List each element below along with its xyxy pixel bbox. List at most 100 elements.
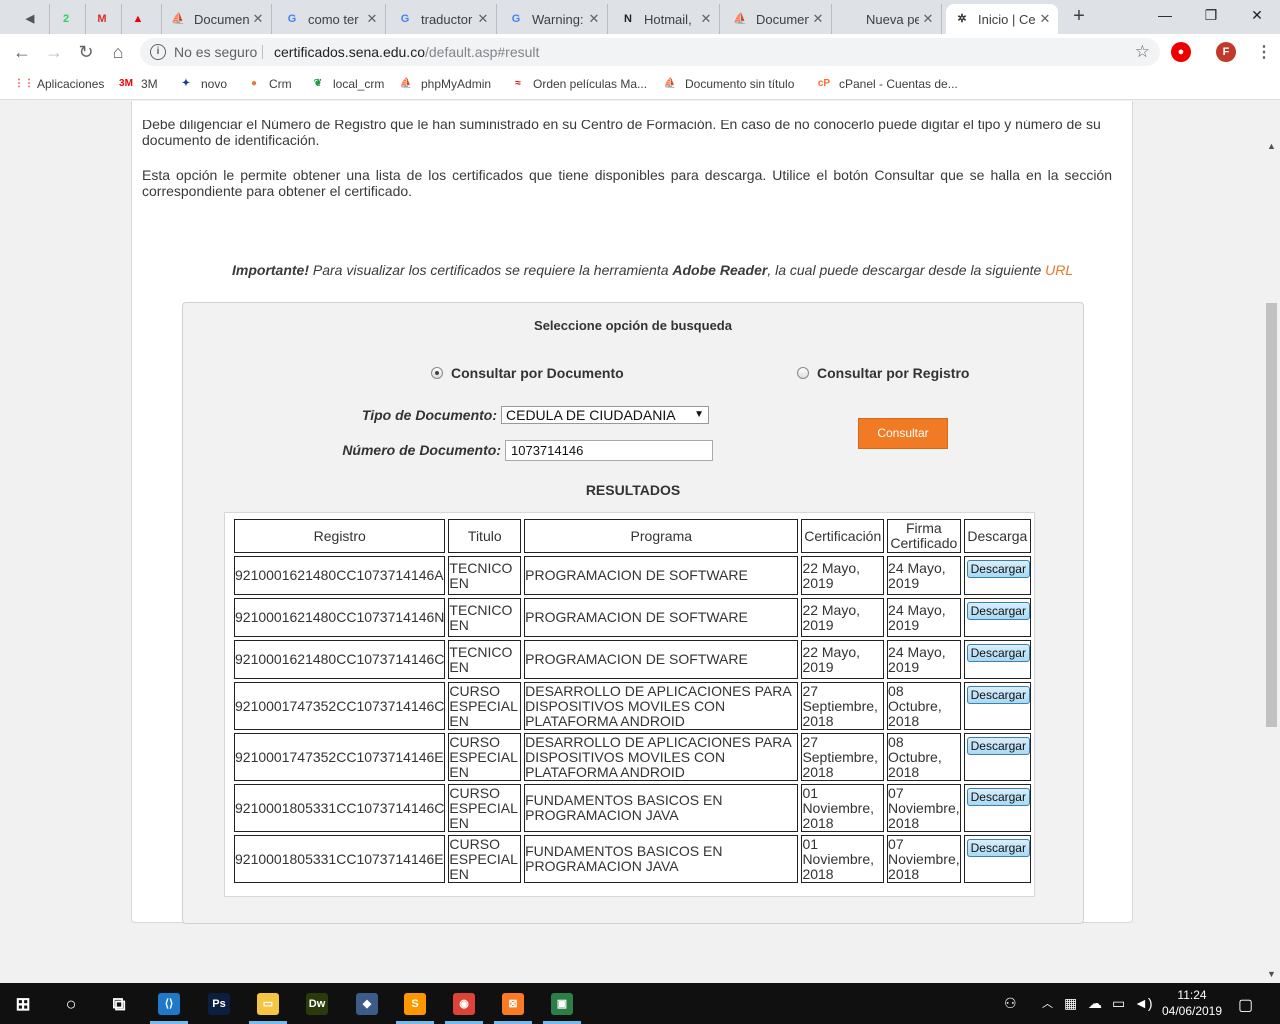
close-tab-icon[interactable]: ✕ [809, 11, 827, 27]
descargar-button[interactable]: Descargar [966, 560, 1030, 578]
people-icon[interactable]: ⚇ [1004, 995, 1017, 1012]
bookmark-item[interactable]: ⛵ Documento sin título [662, 76, 795, 92]
browser-tab[interactable]: M [86, 4, 122, 34]
close-tab-icon[interactable]: ✕ [474, 11, 492, 27]
bookmark-item[interactable]: ⋮⋮ Aplicaciones [14, 76, 104, 92]
divider [262, 45, 263, 59]
browser-tab[interactable]: ▲ [122, 4, 162, 34]
close-window-icon[interactable]: ✕ [1234, 0, 1280, 30]
file-explorer-icon[interactable]: ▭ [257, 993, 279, 1015]
tray-expand-icon[interactable]: ︿ [1042, 995, 1053, 1011]
close-tab-icon[interactable]: ✕ [1036, 11, 1054, 27]
browser-tab[interactable]: ◀ [14, 4, 50, 34]
home-icon[interactable]: ⌂ [106, 40, 130, 64]
close-tab-icon[interactable]: ✕ [919, 11, 937, 27]
minimize-icon[interactable]: — [1142, 0, 1188, 30]
descargar-button[interactable]: Descargar [966, 788, 1030, 806]
address-bar[interactable]: i No es seguro certificados.sena.edu.co/… [140, 38, 1160, 66]
numero-documento-input[interactable]: 1073714146 [505, 440, 713, 461]
table-row: 9210001621480CC1073714146A TECNICO EN PROG… [234, 556, 1031, 595]
content-panel: Debe diligenciar el Número de Registro q… [131, 101, 1133, 924]
new-tab-button[interactable]: + [1068, 6, 1090, 28]
reload-icon[interactable]: ↻ [74, 40, 98, 64]
browser-tab[interactable]: N Hotmail, ✕ [612, 4, 720, 34]
xampp-icon[interactable]: ⊠ [502, 993, 524, 1015]
onedrive-icon[interactable]: ☁ [1088, 995, 1102, 1012]
url-text[interactable]: certificados.sena.edu.co/default.asp#res… [274, 38, 539, 66]
descargar-button[interactable]: Descargar [966, 737, 1030, 755]
browser-tab[interactable]: Gtraductor ✕ [389, 4, 497, 34]
photoshop-icon[interactable]: Ps [208, 993, 230, 1015]
browser-tab[interactable]: 2 [50, 4, 86, 34]
consultar-button[interactable]: Consultar [858, 418, 948, 449]
close-tab-icon[interactable]: ✕ [363, 11, 381, 27]
mysql-workbench-icon[interactable]: ◆ [356, 993, 378, 1015]
maximize-icon[interactable]: ❐ [1188, 0, 1234, 30]
profile-avatar[interactable]: F [1216, 42, 1236, 62]
vscode-icon[interactable]: ⟨⟩ [158, 993, 180, 1015]
forward-arrow-icon[interactable]: → [42, 40, 66, 64]
cell-certificacion: 01 Noviembre, 2018 [801, 835, 885, 883]
browser-tab[interactable]: ⛵ Documen ✕ [162, 4, 272, 34]
vertical-scrollbar[interactable]: ▲ ▼ [1263, 101, 1280, 983]
descargar-button[interactable]: Descargar [966, 839, 1030, 857]
scroll-up-icon[interactable]: ▲ [1267, 141, 1276, 151]
bookmark-item[interactable]: cP cPanel - Cuentas de... [816, 76, 958, 92]
bookmark-item[interactable]: ⛵ phpMyAdmin [398, 76, 491, 92]
bookmark-item[interactable]: ✦ novo [178, 76, 227, 92]
sena-icon: ⛵ [663, 78, 677, 89]
sublime-text-icon[interactable]: S [404, 993, 426, 1015]
browser-tab[interactable]: ⛵ Documen ✕ [724, 4, 832, 34]
back-arrow-icon[interactable]: ← [10, 40, 34, 64]
option-documento[interactable]: Consultar por Documento [431, 365, 624, 381]
cell-programa: FUNDAMENTOS BASICOS EN PROGRAMACION JAVA [524, 784, 799, 832]
cell-firma: 07 Noviembre, 2018 [887, 835, 961, 883]
header-firma: Firma Certificado [887, 519, 961, 553]
radio-documento[interactable] [431, 367, 443, 379]
cortana-icon[interactable]: ○ [60, 993, 82, 1015]
bookmark-item[interactable]: ≈ Orden películas Ma... [510, 76, 647, 92]
cell-registro: 9210001805331CC1073714146E [234, 835, 446, 883]
adobe-reader-label: Adobe Reader [672, 262, 768, 278]
bookmark-item[interactable]: ● Crm [246, 76, 292, 92]
close-tab-icon[interactable]: ✕ [249, 11, 267, 27]
cell-certificacion: 27 Septiembre, 2018 [801, 733, 885, 781]
clock-date: 04/06/2019 [1161, 1004, 1223, 1018]
radio-registro[interactable] [797, 367, 809, 379]
bookmark-star-icon[interactable]: ☆ [1135, 38, 1150, 66]
search-box: Seleccione opción de busqueda Consultar … [182, 302, 1084, 924]
notifications-icon[interactable]: ▢ [1238, 995, 1253, 1015]
volume-icon[interactable]: ◄) [1134, 995, 1153, 1011]
adobe-url-link[interactable]: URL [1045, 262, 1073, 278]
browser-tab[interactable]: Gcomo ter ✕ [276, 4, 386, 34]
bookmark-item[interactable]: 3M 3M [118, 76, 158, 92]
dreamweaver-icon[interactable]: Dw [306, 993, 328, 1015]
cell-firma: 24 Mayo, 2019 [887, 556, 961, 595]
close-tab-icon[interactable]: ✕ [697, 11, 715, 27]
descargar-button[interactable]: Descargar [966, 644, 1030, 662]
browser-tab[interactable]: Nueva pestaña✕ [834, 4, 942, 34]
network-status-icon[interactable]: ▦ [1064, 995, 1077, 1012]
scrollbar-thumb[interactable] [1266, 303, 1277, 727]
scroll-down-icon[interactable]: ▼ [1267, 969, 1276, 979]
more-menu-icon[interactable]: ⋮ [1256, 42, 1272, 62]
tipo-documento-select[interactable]: CEDULA DE CIUDADANIA ▼ [501, 406, 709, 424]
task-view-icon[interactable]: ⧉ [108, 993, 130, 1015]
windows-start-icon[interactable]: ⊞ [12, 993, 34, 1015]
cell-programa: FUNDAMENTOS BASICOS EN PROGRAMACION JAVA [524, 835, 799, 883]
option-registro[interactable]: Consultar por Registro [797, 365, 969, 381]
remote-app-icon[interactable]: ▣ [551, 993, 573, 1015]
adblock-extension-icon[interactable]: ● [1171, 42, 1191, 62]
descargar-button[interactable]: Descargar [966, 602, 1030, 620]
display-icon[interactable]: ▭ [1112, 995, 1125, 1012]
important-label: Importante! [232, 262, 309, 278]
close-tab-icon[interactable]: ✕ [585, 11, 603, 27]
table-row: 9210001805331CC1073714146E CURSO ESPECIAL… [234, 835, 1031, 883]
info-icon[interactable]: i [150, 44, 166, 60]
system-clock[interactable]: 11:24 04/06/2019 [1156, 987, 1228, 1019]
bookmark-item[interactable]: ❦ local_crm [310, 76, 385, 92]
browser-tab[interactable]: ✲ Inicio | Ce ✕ [946, 4, 1058, 34]
descargar-button[interactable]: Descargar [966, 686, 1030, 704]
chrome-icon[interactable]: ◉ [453, 993, 475, 1015]
browser-tab[interactable]: G Warning: ✕ [500, 4, 608, 34]
